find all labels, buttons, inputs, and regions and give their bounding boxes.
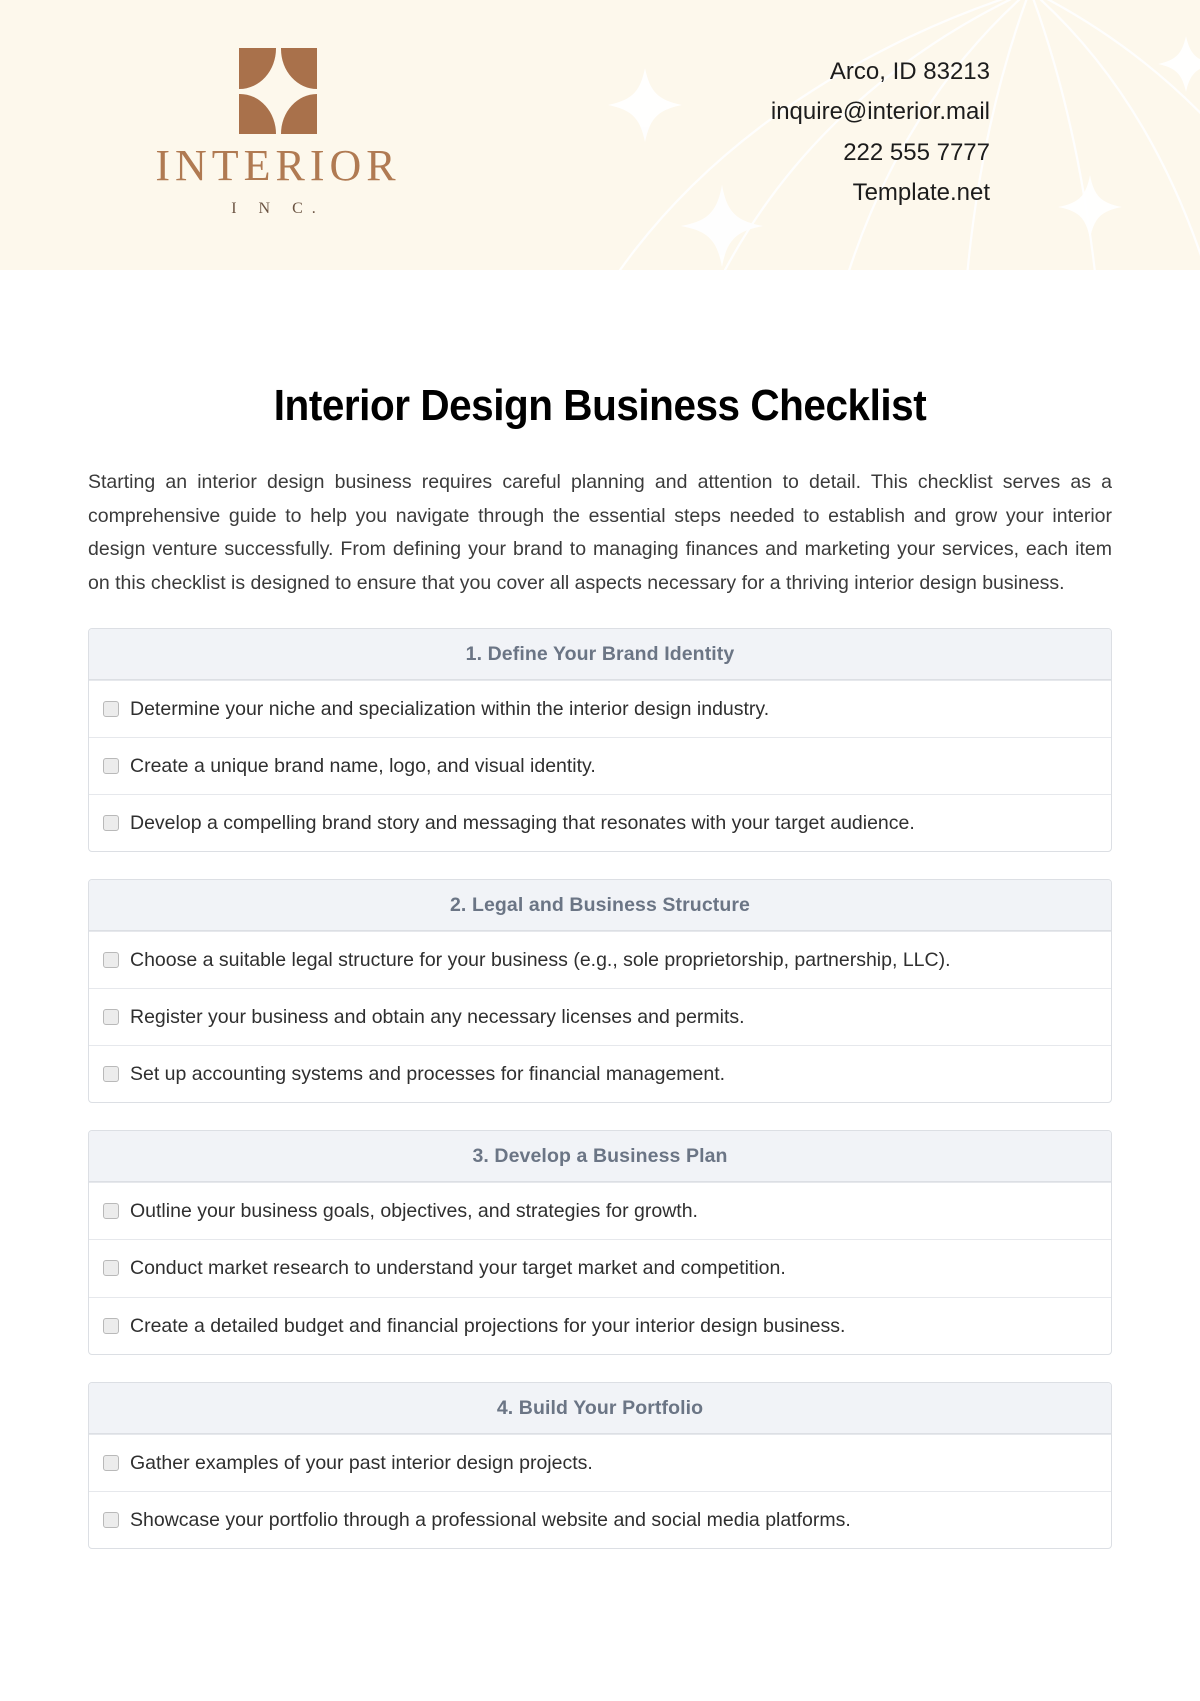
intro-paragraph: Starting an interior design business req… [88,471,1112,594]
checkbox-icon[interactable] [103,1454,119,1471]
checklist-row[interactable]: Register your business and obtain any ne… [89,988,1111,1045]
checkbox-icon[interactable] [103,1317,119,1334]
page-title: Interior Design Business Checklist [273,381,927,430]
section-heading: 4. Build Your Portfolio [89,1382,1111,1434]
section-heading: 3. Develop a Business Plan [89,1131,1111,1183]
checklist-item-label: Conduct market research to understand yo… [130,1257,786,1280]
checklist-section-2: 2. Legal and Business Structure Choose a… [88,878,1112,1104]
checklist-row[interactable]: Develop a compelling brand story and mes… [89,793,1111,851]
checklist-item-label: Determine your niche and specialization … [130,697,770,720]
checklist-item-label: Register your business and obtain any ne… [130,1006,745,1029]
page-header: INTERIOR I N C. Arco, ID 83213 inquire@i… [0,0,1200,270]
contact-address: Arco, ID 83213 [829,58,990,85]
checklist-row[interactable]: Choose a suitable legal structure for yo… [89,930,1111,988]
contact-block: Arco, ID 83213 inquire@interior.mail 222… [771,52,990,213]
contact-phone[interactable]: 222 555 7777 [771,133,990,173]
checklist-item-label: Gather examples of your past interior de… [130,1451,593,1474]
checklist-section-3: 3. Develop a Business Plan Outline your … [88,1130,1112,1355]
checklist-row[interactable]: Create a unique brand name, logo, and vi… [89,736,1111,794]
checklist-item-label: Choose a suitable legal structure for yo… [130,948,951,971]
section-heading: 1. Define Your Brand Identity [89,628,1111,680]
checklist-item-label: Create a unique brand name, logo, and vi… [130,754,596,777]
checklist-item-label: Create a detailed budget and financial p… [130,1314,846,1337]
checklist-row[interactable]: Conduct market research to understand yo… [89,1239,1111,1296]
checklist-item-label: Set up accounting systems and processes … [130,1063,726,1086]
checkbox-icon[interactable] [103,1203,119,1220]
checklist-row[interactable]: Gather examples of your past interior de… [89,1433,1111,1491]
checklist-item-label: Develop a compelling brand story and mes… [130,811,915,834]
checkbox-icon[interactable] [103,1066,119,1083]
checklist-section-4: 4. Build Your Portfolio Gather examples … [88,1381,1112,1549]
checkbox-icon[interactable] [103,814,119,831]
checkbox-icon[interactable] [103,1009,119,1026]
checklist-row[interactable]: Create a detailed budget and financial p… [89,1296,1111,1354]
checklist-item-label: Showcase your portfolio through a profes… [130,1508,851,1531]
checklist-row[interactable]: Outline your business goals, objectives,… [89,1182,1111,1239]
checklist-item-label: Outline your business goals, objectives,… [130,1200,698,1223]
checklist-row[interactable]: Set up accounting systems and processes … [89,1045,1111,1102]
checkbox-icon[interactable] [103,757,119,774]
interior-inc-logo-mark-icon [239,48,317,134]
checklist-section-1: 1. Define Your Brand Identity Determine … [88,627,1112,852]
checkbox-icon[interactable] [103,1260,119,1277]
page-body: Interior Design Business Checklist Start… [0,381,1200,1549]
checkbox-icon[interactable] [103,1511,119,1528]
section-heading: 2. Legal and Business Structure [89,879,1111,931]
contact-email[interactable]: inquire@interior.mail [771,92,990,132]
brand-logo: INTERIOR I N C. [108,48,448,218]
brand-name: INTERIOR [155,141,401,190]
brand-subtitle: I N C. [231,200,325,217]
checklist-row[interactable]: Showcase your portfolio through a profes… [89,1490,1111,1548]
checklist-row[interactable]: Determine your niche and specialization … [89,679,1111,737]
checkbox-icon[interactable] [103,700,119,717]
checkbox-icon[interactable] [103,951,119,968]
contact-website[interactable]: Template.net [771,173,990,213]
